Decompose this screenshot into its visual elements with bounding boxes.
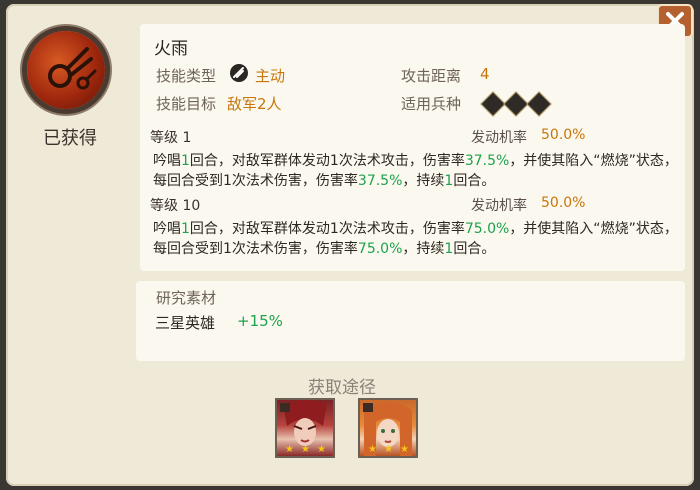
troop-types-label: 适用兵种 [401,95,462,113]
level-10-rate-value: 50.0% [541,195,586,211]
research-material-box [136,281,685,361]
hero-card-red-haired[interactable]: ★ ★ ★ [275,398,335,458]
attack-range-value: 4 [480,65,490,83]
level-1-description: 吟唱1回合，对敌军群体发动1次法术攻击，伤害率37.5%，并使其陷入“燃烧”状态… [153,153,678,189]
level-10-label: 等级 10 [150,198,201,214]
research-material-title: 研究素材 [156,289,217,307]
level-1-rate-label: 发动机率 [471,130,527,146]
attack-range-label: 攻击距离 [401,67,462,85]
skill-target-value: 敌军2人 [227,95,282,113]
skill-target-label: 技能目标 [156,95,217,113]
level-10-rate-label: 发动机率 [471,198,527,214]
level-1-label: 等级 1 [150,130,192,146]
hero-card-orange-haired[interactable]: ★ ★ ★ [358,398,418,458]
skill-type-label: 技能类型 [156,67,217,85]
level-10-description: 吟唱1回合，对敌军群体发动1次法术攻击，伤害率75.0%，并使其陷入“燃烧”状态… [153,221,678,257]
status-obtained: 已获得 [43,128,97,149]
research-item-name: 三星英雄 [155,314,216,332]
level-1-rate-value: 50.0% [541,127,586,143]
skill-name: 火雨 [154,39,188,59]
skill-type-value: 主动 [255,67,286,85]
fire-rain-skill-icon [27,31,105,109]
active-skill-icon [230,63,248,82]
acquire-ways-title: 获取途径 [308,378,376,398]
research-item-bonus: +15% [237,312,283,330]
meteor-icon [48,47,97,90]
